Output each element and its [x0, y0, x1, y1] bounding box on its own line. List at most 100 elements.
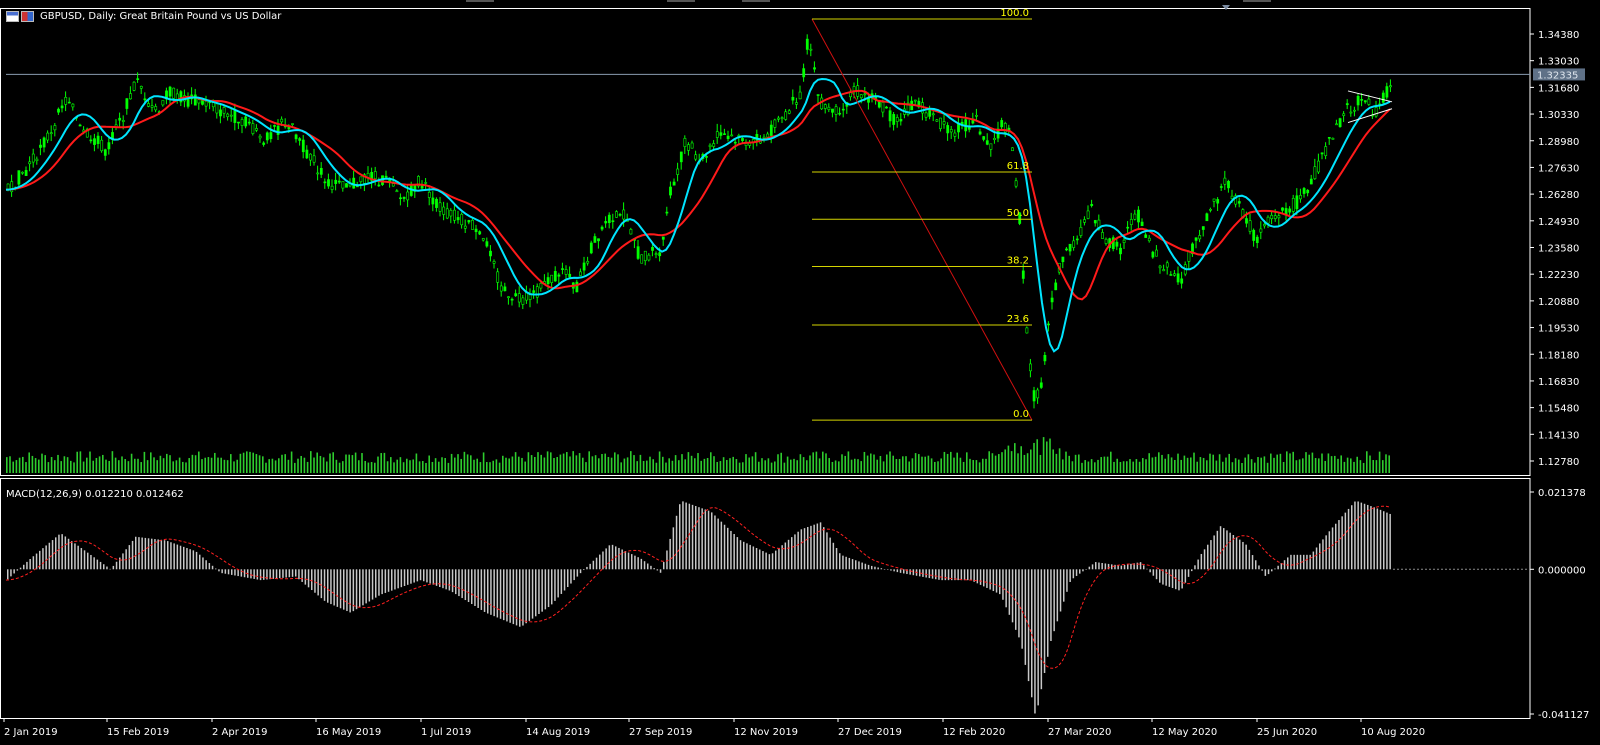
- macd-bar: [867, 564, 870, 570]
- candle-body: [150, 105, 154, 108]
- volume-bar: [1266, 462, 1269, 473]
- volume-bar: [370, 462, 373, 473]
- volume-bar: [316, 452, 318, 473]
- macd-bar: [1079, 569, 1081, 574]
- chart-window[interactable]: 1.34380 1.33030 1.31680 1.30330 1.28980 1.276…: [0, 0, 1600, 745]
- volume-bar: [1087, 461, 1090, 473]
- candle-body: [1032, 390, 1036, 402]
- candle-body: [1000, 120, 1004, 128]
- volume-bar: [582, 457, 584, 473]
- candle-body: [132, 81, 136, 91]
- macd-bar: [819, 522, 822, 570]
- volume-bar: [1196, 461, 1198, 473]
- macd-bar: [1347, 508, 1350, 570]
- volume-bar: [415, 453, 418, 473]
- macd-pane-border: [0, 478, 1531, 719]
- volume-bar: [98, 456, 101, 473]
- fibonacci-retracement[interactable]: 100.0 61.8 50.0 38.2 23.6 0.0: [811, 8, 1033, 421]
- candle-body: [831, 108, 834, 113]
- macd-bar: [19, 567, 22, 570]
- volume-bar: [700, 460, 702, 473]
- volume-bar: [1334, 455, 1336, 473]
- macd-bar: [384, 569, 387, 593]
- chart-shift-marker[interactable]: [1222, 5, 1230, 10]
- macd-bar: [1149, 569, 1151, 573]
- macd-bar: [375, 569, 377, 598]
- macd-bar: [1047, 569, 1049, 657]
- volume-bar: [1218, 454, 1221, 473]
- candle-body: [489, 250, 492, 257]
- macd-histogram: [7, 501, 1391, 714]
- volume-bar: [1215, 460, 1218, 473]
- candle-body: [795, 102, 798, 105]
- macd-bar: [928, 569, 931, 579]
- macd-bar: [1162, 569, 1164, 585]
- volume-bar: [1247, 454, 1250, 473]
- time-axis[interactable]: 2 Jan 2019 15 Feb 2019 2 Apr 2019 16 May 20…: [3, 718, 1425, 738]
- candle-body: [838, 112, 842, 115]
- volume-bar: [1119, 462, 1122, 473]
- candle-body: [258, 135, 262, 139]
- volume-bar: [514, 452, 517, 473]
- candles[interactable]: [6, 34, 1392, 409]
- candle-body: [251, 123, 255, 134]
- volume-bar: [143, 451, 146, 473]
- candle-body: [244, 116, 248, 127]
- volume-bar: [438, 461, 440, 473]
- volume-bar: [60, 461, 62, 473]
- volume-bar: [1001, 452, 1003, 473]
- volume-bar: [790, 459, 792, 473]
- macd-bar: [698, 507, 700, 570]
- macd-bar: [1258, 565, 1260, 570]
- volume-bar: [1292, 451, 1294, 473]
- candle-body: [683, 138, 687, 147]
- candle-body: [492, 261, 496, 264]
- volume-bar: [905, 456, 907, 473]
- volume-bar: [396, 459, 398, 473]
- volume-bar: [470, 455, 472, 473]
- volume-bar: [287, 459, 290, 473]
- candle-body: [1374, 107, 1378, 117]
- candle-body: [679, 151, 683, 163]
- macd-bar: [80, 548, 83, 570]
- candle-body: [168, 86, 172, 97]
- volume-bar: [214, 452, 216, 473]
- macd-bar: [391, 569, 393, 591]
- volume-bar: [738, 462, 741, 473]
- volume-bar: [102, 454, 104, 473]
- volume-bar: [1020, 446, 1022, 473]
- candle-body: [1104, 238, 1108, 244]
- macd-bar: [32, 556, 35, 570]
- volume-bar: [1225, 457, 1227, 473]
- volume-bar: [969, 458, 971, 473]
- price-axis[interactable]: 1.34380 1.33030 1.31680 1.30330 1.28980 1.276…: [1530, 30, 1579, 468]
- macd-bar: [29, 558, 31, 570]
- volume-bar: [652, 459, 654, 473]
- candle-body: [928, 110, 932, 117]
- candle-body: [939, 117, 942, 129]
- candle-body: [816, 94, 820, 96]
- volume-bar: [178, 457, 181, 473]
- chart-canvas[interactable]: 1.34380 1.33030 1.31680 1.30330 1.28980 1.276…: [0, 0, 1600, 745]
- volume-bar: [767, 458, 770, 473]
- candle-body: [1353, 109, 1356, 112]
- candle-body: [1209, 209, 1212, 211]
- volume-bar: [569, 456, 571, 473]
- macd-bar: [1219, 526, 1222, 570]
- macd-bar: [839, 553, 841, 570]
- candle-body: [1155, 249, 1158, 257]
- volume-bar: [441, 457, 443, 473]
- chart-window-icon[interactable]: [6, 10, 19, 22]
- macd-bar: [429, 569, 431, 584]
- macd-bar: [1123, 564, 1126, 570]
- macd-bar: [1050, 569, 1052, 641]
- volume-bar: [1126, 461, 1128, 473]
- candle-body: [143, 98, 147, 101]
- volume-bar: [511, 456, 514, 473]
- macd-bar: [653, 568, 655, 570]
- candle-body: [582, 262, 586, 271]
- volume-bar: [431, 461, 434, 473]
- volume-bar: [710, 452, 712, 473]
- volume-bar: [546, 451, 549, 473]
- candle-body: [1079, 227, 1083, 236]
